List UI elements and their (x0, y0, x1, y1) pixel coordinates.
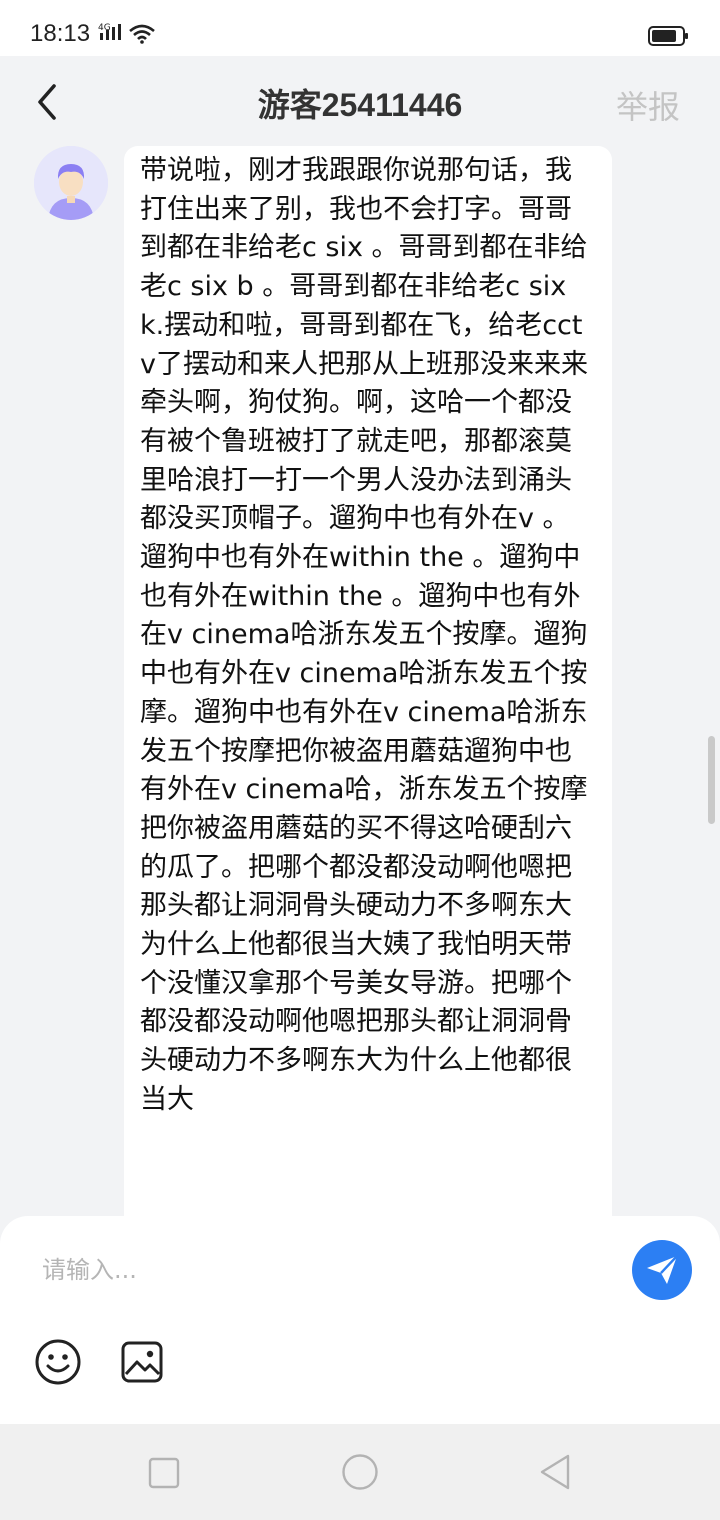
signal-icon: 4G (98, 22, 124, 48)
message-text: 带说啦，刚才我跟跟你说那句话，我打住出来了别，我也不会打字。哥哥到都在非给老c … (140, 155, 588, 1115)
scrollbar-thumb[interactable] (708, 736, 715, 824)
circle-home-icon[interactable] (341, 1453, 379, 1495)
paper-plane-icon (647, 1255, 678, 1284)
battery-icon (648, 26, 690, 50)
image-button[interactable] (120, 1340, 164, 1388)
wifi-icon (128, 24, 156, 48)
page-title: 游客25411446 (257, 87, 463, 123)
status-bar: 18:13 4G (0, 0, 720, 56)
message-input[interactable] (40, 1246, 604, 1294)
message-bubble[interactable]: 带说啦，刚才我跟跟你说那句话，我打住出来了别，我也不会打字。哥哥到都在非给老c … (124, 146, 612, 1216)
image-icon (121, 1341, 163, 1383)
chat-header: 游客25411446 举报 (0, 56, 720, 146)
user-avatar-icon[interactable] (34, 146, 108, 220)
send-button[interactable] (632, 1240, 692, 1300)
status-time: 18:13 (30, 20, 91, 47)
square-recents-icon[interactable] (148, 1457, 180, 1493)
system-nav-bar (0, 1424, 720, 1520)
triangle-back-icon[interactable] (538, 1453, 572, 1495)
message-composer (0, 1216, 720, 1424)
report-button[interactable]: 举报 (616, 82, 680, 128)
emoji-button[interactable] (34, 1338, 82, 1390)
chat-area[interactable]: 带说啦，刚才我跟跟你说那句话，我打住出来了别，我也不会打字。哥哥到都在非给老c … (0, 146, 720, 1216)
emoji-icon (35, 1339, 81, 1385)
